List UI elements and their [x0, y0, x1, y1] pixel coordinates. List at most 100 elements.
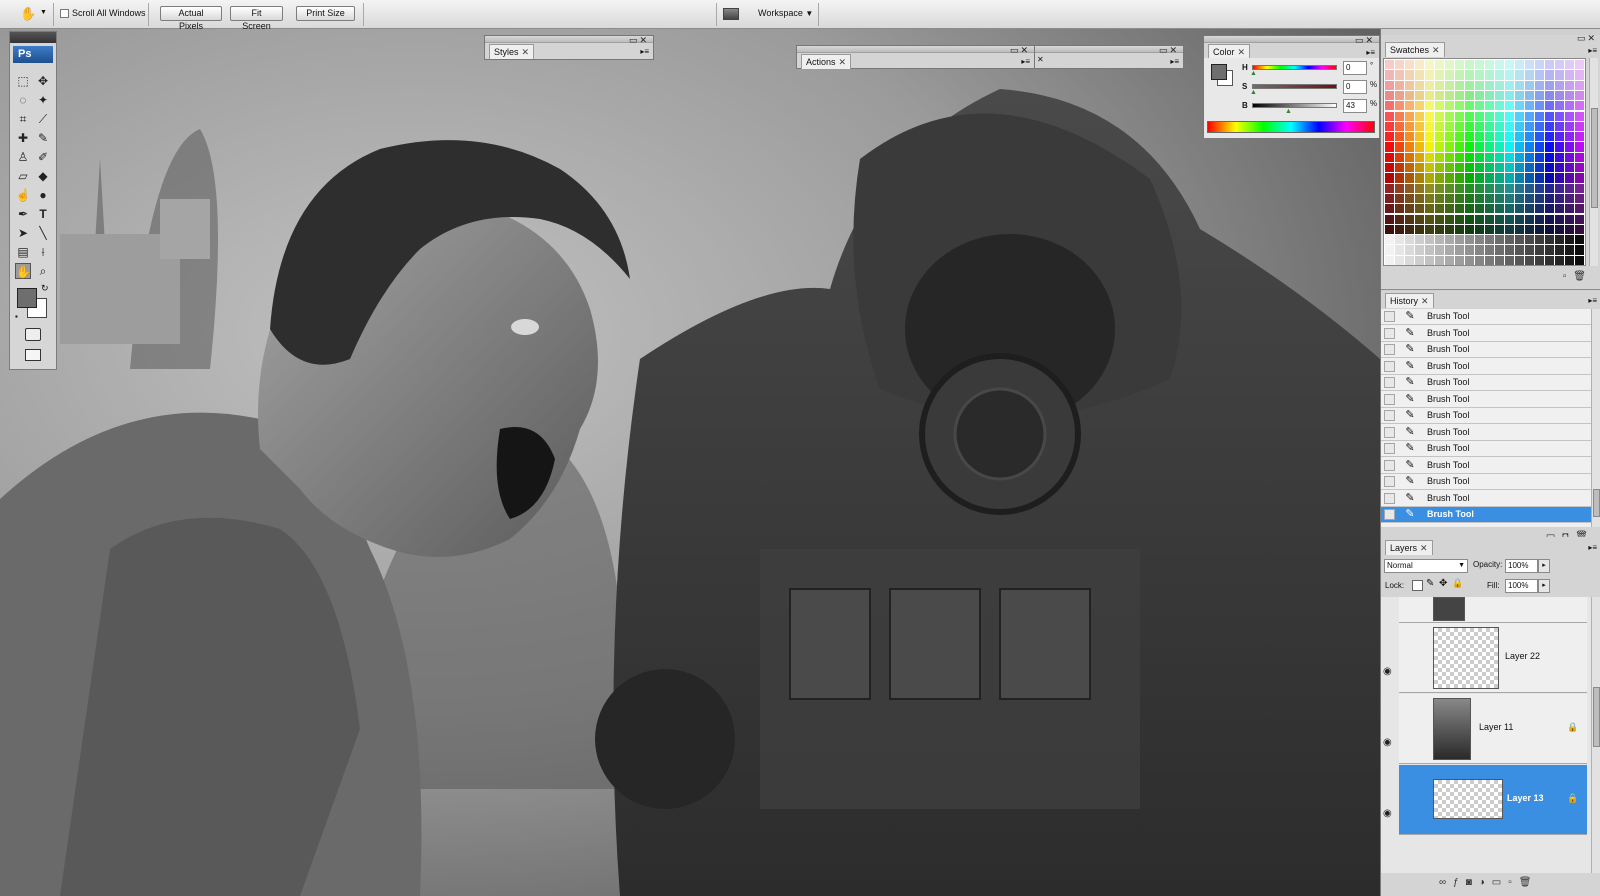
color-swatch[interactable]	[1565, 111, 1574, 121]
color-swatch[interactable]	[1495, 142, 1504, 152]
color-swatch[interactable]	[1415, 152, 1424, 162]
history-source-checkbox[interactable]	[1384, 393, 1395, 405]
color-swatch[interactable]	[1485, 132, 1494, 142]
color-swatch[interactable]	[1495, 235, 1504, 245]
blend-mode-select[interactable]: Normal ▼	[1384, 559, 1468, 573]
document-canvas[interactable]	[0, 29, 1380, 896]
color-swatch[interactable]	[1425, 121, 1434, 132]
history-item[interactable]: ✎ Brush Tool	[1381, 408, 1591, 424]
color-swatch[interactable]	[1535, 101, 1544, 111]
color-swatch[interactable]	[1455, 90, 1464, 101]
color-swatch[interactable]	[1445, 214, 1454, 224]
color-swatch[interactable]	[1485, 183, 1494, 193]
history-source-checkbox[interactable]	[1384, 476, 1395, 487]
color-swatch[interactable]	[1525, 121, 1534, 132]
dodge-tool-icon[interactable]: ●	[35, 187, 51, 203]
color-swatch[interactable]	[1425, 163, 1434, 173]
color-swatch[interactable]	[1485, 70, 1494, 80]
color-swatch[interactable]	[1465, 152, 1474, 162]
history-source-checkbox[interactable]	[1384, 327, 1395, 339]
eraser-tool-icon[interactable]: ▱	[15, 168, 31, 184]
history-source-checkbox[interactable]	[1384, 459, 1395, 471]
color-swatch[interactable]	[1575, 111, 1584, 121]
color-swatch[interactable]	[1445, 173, 1454, 183]
color-swatch[interactable]	[1525, 193, 1534, 204]
color-swatch[interactable]	[1435, 173, 1444, 183]
healing-brush-tool-icon[interactable]: ✚	[15, 130, 31, 146]
color-swatch[interactable]	[1405, 214, 1414, 224]
color-swatch[interactable]	[1405, 224, 1414, 235]
panel-window-buttons[interactable]: ▭✕	[629, 35, 649, 46]
swatches-footer-icons[interactable]: ▫🗑	[1563, 271, 1593, 282]
color-swatch[interactable]	[1455, 255, 1464, 265]
panel-window-buttons[interactable]: ▭✕	[1159, 45, 1179, 56]
tab-actions[interactable]: Actions ✕	[801, 54, 852, 69]
color-swatch[interactable]	[1545, 193, 1554, 204]
hue-slider-handle[interactable]: ▲	[1250, 70, 1257, 77]
color-swatch[interactable]	[1395, 224, 1404, 235]
color-swatch[interactable]	[1535, 193, 1544, 204]
color-swatch[interactable]	[1575, 152, 1584, 162]
color-swatch[interactable]	[1535, 255, 1544, 265]
color-swatch[interactable]	[1475, 121, 1484, 132]
color-swatch[interactable]	[1475, 132, 1484, 142]
color-swatch[interactable]	[1395, 214, 1404, 224]
quick-mask-icon[interactable]	[25, 328, 41, 341]
color-swatch[interactable]	[1525, 173, 1534, 183]
color-swatch[interactable]	[1535, 111, 1544, 121]
color-swatch[interactable]	[1495, 132, 1504, 142]
color-swatch[interactable]	[1505, 193, 1514, 204]
color-swatch[interactable]	[1575, 235, 1584, 245]
color-swatch[interactable]	[1565, 183, 1574, 193]
color-swatch[interactable]	[1425, 255, 1434, 265]
color-swatch[interactable]	[1445, 101, 1454, 111]
color-swatch[interactable]	[1385, 204, 1394, 214]
color-swatch[interactable]	[1385, 132, 1394, 142]
tab-styles[interactable]: Styles ✕	[489, 44, 535, 59]
color-swatch[interactable]	[1385, 90, 1394, 101]
color-swatch[interactable]	[1525, 80, 1534, 90]
color-swatch[interactable]	[1555, 152, 1564, 162]
color-swatch[interactable]	[1405, 70, 1414, 80]
color-swatch[interactable]	[1505, 80, 1514, 90]
color-swatch[interactable]	[1555, 183, 1564, 193]
color-swatch[interactable]	[1555, 193, 1564, 204]
color-swatch[interactable]	[1425, 70, 1434, 80]
layers-scrollbar[interactable]	[1591, 597, 1600, 873]
color-swatch[interactable]	[1525, 235, 1534, 245]
hue-slider[interactable]	[1252, 65, 1337, 70]
color-swatch[interactable]	[1435, 132, 1444, 142]
color-swatch[interactable]	[1445, 193, 1454, 204]
color-swatch[interactable]	[1575, 80, 1584, 90]
color-swatch[interactable]	[1475, 60, 1484, 70]
color-swatch[interactable]	[1445, 152, 1454, 162]
swatches-scrollbar[interactable]	[1589, 58, 1598, 266]
color-swatch[interactable]	[1385, 111, 1394, 121]
color-swatch[interactable]	[1505, 132, 1514, 142]
lock-image-icon[interactable]: ✎	[1426, 578, 1434, 589]
close-icon[interactable]: ✕	[1037, 55, 1044, 64]
color-swatch[interactable]	[1555, 101, 1564, 111]
color-swatch[interactable]	[1385, 163, 1394, 173]
color-swatch[interactable]	[1395, 193, 1404, 204]
history-item[interactable]: ✎ Brush Tool	[1381, 441, 1591, 457]
color-swatch[interactable]	[1415, 90, 1424, 101]
history-source-checkbox[interactable]	[1384, 492, 1395, 504]
color-swatch[interactable]	[1565, 163, 1574, 173]
color-swatch[interactable]	[1565, 173, 1574, 183]
lock-transparent-icon[interactable]	[1412, 580, 1423, 591]
move-tool-icon[interactable]: ✥	[35, 73, 51, 89]
color-swatch[interactable]	[1435, 214, 1444, 224]
color-swatch[interactable]	[1425, 193, 1434, 204]
color-swatch[interactable]	[1515, 193, 1524, 204]
color-swatch[interactable]	[1575, 70, 1584, 80]
color-swatch[interactable]	[1405, 121, 1414, 132]
color-swatch[interactable]	[1385, 142, 1394, 152]
panel-menu-icon[interactable]: ▸≡	[1366, 48, 1375, 57]
color-swatch[interactable]	[1515, 245, 1524, 255]
color-swatch[interactable]	[1575, 193, 1584, 204]
color-swatch[interactable]	[1455, 173, 1464, 183]
color-swatch[interactable]	[1425, 111, 1434, 121]
color-swatch[interactable]	[1435, 60, 1444, 70]
color-swatch[interactable]	[1425, 60, 1434, 70]
